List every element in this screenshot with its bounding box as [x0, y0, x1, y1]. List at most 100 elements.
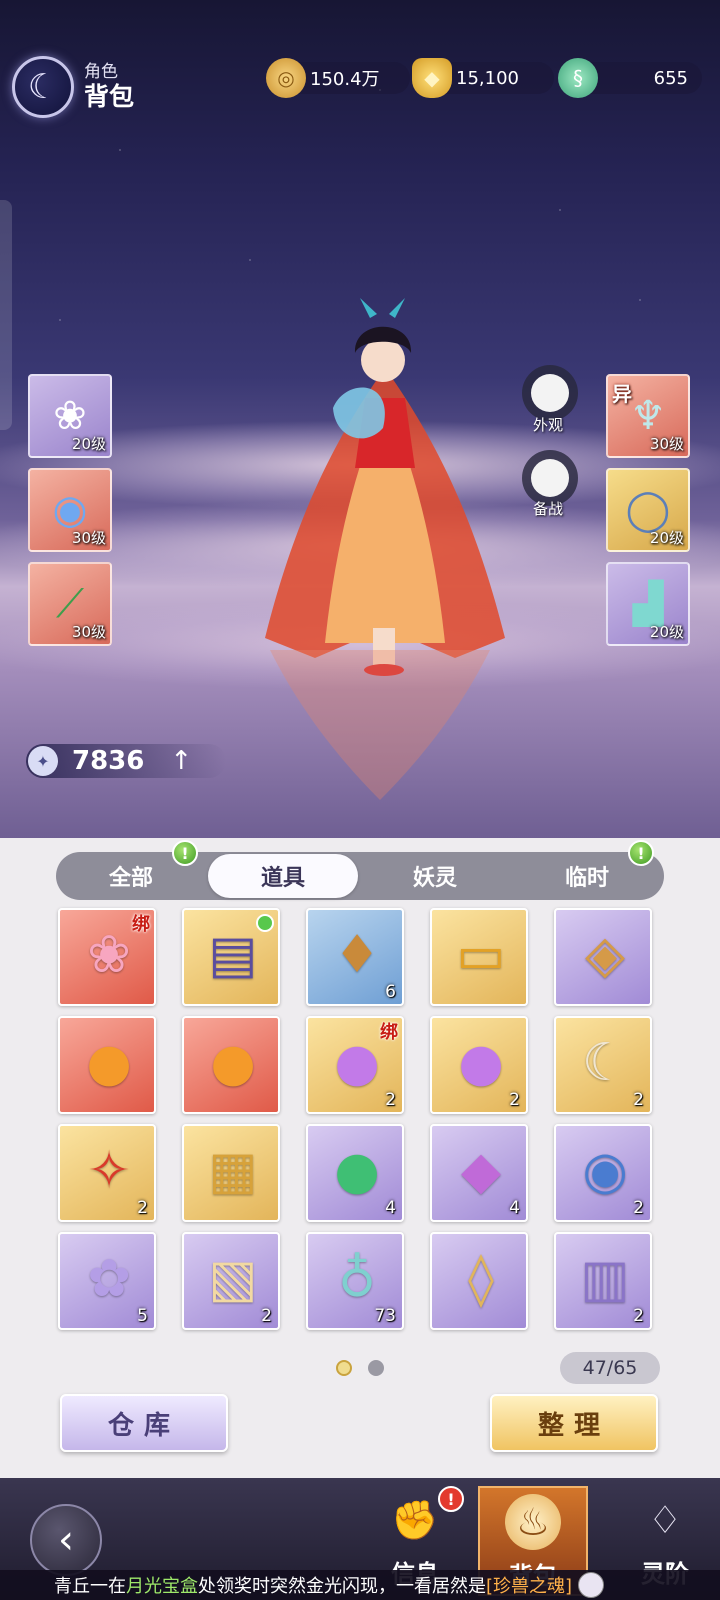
- inventory-slot[interactable]: ✿ 5: [58, 1232, 156, 1330]
- equip-slot-pendant[interactable]: ◉ 30级: [28, 468, 112, 552]
- tab-all-badge: !: [172, 840, 198, 866]
- spirit-lotus-icon: ✿: [87, 1249, 131, 1309]
- equip-level: 30级: [649, 435, 684, 453]
- equip-slot-weapon[interactable]: ❀ 20级: [28, 374, 112, 458]
- storage-button[interactable]: 仓库: [60, 1394, 228, 1452]
- item-count: 2: [633, 1198, 644, 1218]
- inventory-slot[interactable]: ● 2: [430, 1016, 528, 1114]
- appearance-button[interactable]: [522, 365, 578, 421]
- page-title: 背包: [84, 82, 135, 111]
- inventory-slot[interactable]: ▤: [182, 908, 280, 1006]
- beast-orb-icon: ●: [86, 1033, 132, 1093]
- gold-ingot-icon: ◆: [412, 58, 452, 98]
- equip-slot-ring[interactable]: ◯ 20级: [606, 468, 690, 552]
- inventory-slot[interactable]: ☾ 2: [554, 1016, 652, 1114]
- beast-orb-icon: ●: [210, 1033, 256, 1093]
- equip-slot-robe[interactable]: 异 ♆ 30级: [606, 374, 690, 458]
- cultivation-orb-icon: ◉: [582, 1141, 628, 1201]
- inventory-slot[interactable]: ▧ 2: [182, 1232, 280, 1330]
- header-subtitle: 角色: [84, 62, 118, 82]
- inventory-slot[interactable]: ▭: [430, 908, 528, 1006]
- jade-dragon-icon: §: [558, 58, 598, 98]
- tab-spirits[interactable]: 妖灵: [360, 852, 510, 900]
- page-dot[interactable]: [368, 1360, 384, 1376]
- tab-temporary-badge: !: [628, 840, 654, 866]
- beast-claw-icon: ☾: [581, 1033, 629, 1093]
- appearance-label: 外观: [533, 416, 564, 434]
- inventory-slot[interactable]: ◊: [430, 1232, 528, 1330]
- currency-gold[interactable]: ◆ 15,100: [412, 58, 554, 98]
- currency-copper[interactable]: ◎ 150.4万: [266, 58, 410, 98]
- inventory-slot[interactable]: ❀ 绑: [58, 908, 156, 1006]
- copper-coin-icon: ◎: [266, 58, 306, 98]
- gift-book-icon: ▤: [208, 925, 258, 985]
- combat-power: ✦ 7836 ↑: [26, 744, 226, 778]
- crystal-gem-icon: ◆: [461, 1141, 501, 1201]
- jade-orb-icon: ●: [334, 1141, 380, 1201]
- equip-slot-boots[interactable]: ▟ 20级: [606, 562, 690, 646]
- ticker-text: 青丘一在: [54, 1576, 126, 1597]
- rainbow-peach-icon: ●: [334, 1033, 380, 1093]
- tab-items[interactable]: 道具: [208, 854, 358, 898]
- item-count: 4: [385, 1198, 396, 1218]
- inventory-slot[interactable]: ● 4: [306, 1124, 404, 1222]
- special-tag: 异: [612, 382, 632, 406]
- item-count: 2: [385, 1090, 396, 1110]
- outfit-icon: [531, 374, 569, 412]
- side-drawer-handle[interactable]: [0, 200, 12, 430]
- spell-book-icon: ▥: [580, 1249, 630, 1309]
- bound-tag: 绑: [132, 914, 150, 935]
- ticker-avatar: [578, 1572, 605, 1598]
- character-figure[interactable]: [255, 298, 515, 698]
- item-count: 4: [509, 1198, 520, 1218]
- currency-value: 150.4万: [310, 69, 380, 90]
- currency-jade[interactable]: § 655: [558, 58, 702, 98]
- discount-card-icon: ▭: [456, 925, 506, 985]
- lucky-bag-icon: ♦: [333, 925, 381, 985]
- equip-level: 30级: [71, 623, 106, 641]
- power-value: 7836: [72, 746, 145, 776]
- character-reflection: [270, 650, 490, 800]
- bound-tag: 绑: [380, 1022, 398, 1043]
- item-count: 2: [137, 1198, 148, 1218]
- item-count: 2: [633, 1090, 644, 1110]
- item-count: 5: [137, 1306, 148, 1326]
- inventory-slot[interactable]: ●: [58, 1016, 156, 1114]
- equip-level: 20级: [649, 623, 684, 641]
- back-arrow-icon[interactable]: ‹: [30, 1504, 102, 1576]
- inventory-slot[interactable]: ◈: [554, 908, 652, 1006]
- power-icon: ✦: [28, 746, 58, 776]
- lotus-flower-icon: ❀: [87, 925, 131, 985]
- imperial-token-icon: ◊: [468, 1249, 494, 1309]
- item-count: 2: [633, 1306, 644, 1326]
- sort-button[interactable]: 整理: [490, 1394, 658, 1452]
- ticker-item-link[interactable]: [珍兽之魂]: [486, 1572, 572, 1598]
- inventory-slot[interactable]: ✧ 2: [58, 1124, 156, 1222]
- inventory-slot[interactable]: ◆ 4: [430, 1124, 528, 1222]
- inventory-slot[interactable]: ♁ 73: [306, 1232, 404, 1330]
- standby-label: 备战: [533, 500, 564, 518]
- skull-icon: [531, 459, 569, 497]
- inventory-slot[interactable]: ▥ 2: [554, 1232, 652, 1330]
- page-dot-active[interactable]: [336, 1360, 352, 1376]
- bag-icon: ♨: [505, 1494, 561, 1550]
- potion-bottle-icon: ♁: [337, 1249, 377, 1309]
- inventory-slot[interactable]: ▦: [182, 1124, 280, 1222]
- fist-icon: ✊: [391, 1497, 439, 1542]
- equip-slot-accessory[interactable]: ⟋ 30级: [28, 562, 112, 646]
- broadcast-ticker: 青丘一在 月光宝盒 处领奖时突然金光闪现，一看居然是 [珍兽之魂]: [0, 1570, 720, 1600]
- crescent-moon-icon[interactable]: ☾: [12, 56, 74, 118]
- inventory-slot[interactable]: ● 2 绑: [306, 1016, 404, 1114]
- scroll-card-icon: ▧: [208, 1249, 258, 1309]
- inventory-slot[interactable]: ●: [182, 1016, 280, 1114]
- nav-info-alert-badge: !: [438, 1486, 464, 1512]
- power-up-arrow-icon[interactable]: ↑: [170, 746, 192, 776]
- equip-level: 30级: [71, 529, 106, 547]
- inventory-slot[interactable]: ♦ 6: [306, 908, 404, 1006]
- phoenix-feather-icon: ✧: [87, 1141, 131, 1201]
- bag-capacity: 47/65: [560, 1352, 660, 1384]
- page-header: ☾ 角色 背包: [12, 56, 134, 118]
- item-count: 2: [509, 1090, 520, 1110]
- inventory-slot[interactable]: ◉ 2: [554, 1124, 652, 1222]
- gold-ingots-icon: ▦: [208, 1141, 258, 1201]
